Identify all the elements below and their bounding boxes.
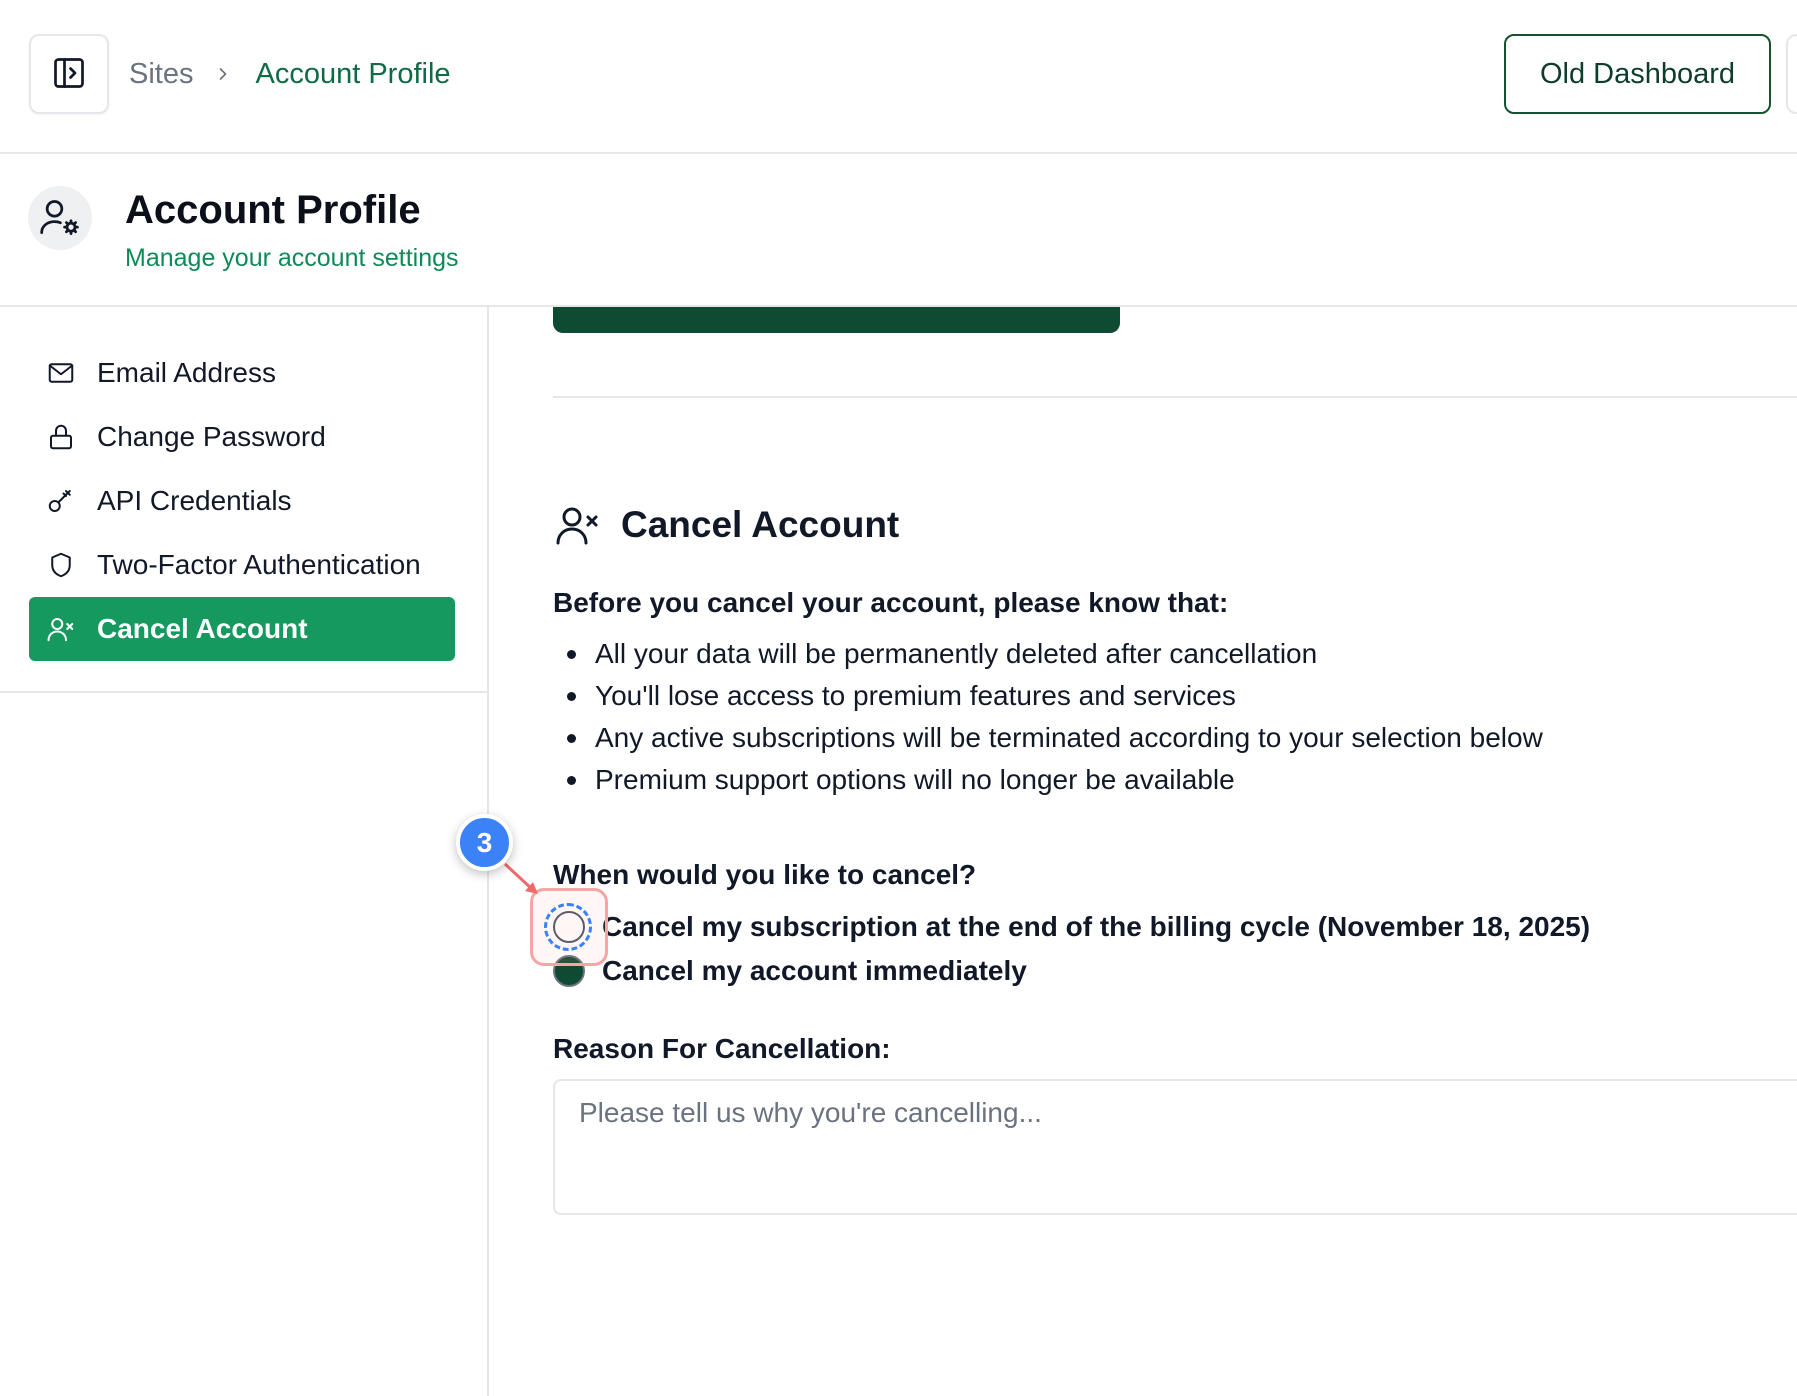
user-x-icon — [44, 612, 78, 646]
sidebar-item-email-address[interactable]: Email Address — [29, 341, 455, 405]
reason-label: Reason For Cancellation: — [553, 1033, 891, 1064]
page-subtitle: Manage your account settings — [125, 244, 459, 272]
radio-option-immediately[interactable]: Cancel my account immediately — [553, 949, 1027, 993]
sidebar-item-label: Change Password — [97, 421, 326, 452]
sidebar-item-label: Two-Factor Authentication — [97, 549, 421, 580]
sidebar-item-label: Cancel Account — [97, 613, 308, 644]
sidebar-item-label: Email Address — [97, 357, 276, 388]
list-item: Any active subscriptions will be termina… — [553, 717, 1543, 759]
panel-toggle-icon — [51, 55, 87, 94]
sidebar-item-cancel-account[interactable]: Cancel Account — [29, 597, 455, 661]
cancel-account-heading: Cancel Account — [553, 497, 899, 553]
cancel-intro-text: Before you cancel your account, please k… — [553, 587, 1229, 618]
breadcrumb-current: Account Profile — [255, 57, 451, 90]
section-divider — [553, 396, 1797, 398]
sidebar-item-two-factor-authentication[interactable]: Two-Factor Authentication — [29, 533, 455, 597]
breadcrumb: Sites Account Profile — [129, 52, 451, 96]
key-icon — [44, 484, 78, 518]
radio-option-end-of-cycle[interactable]: Cancel my subscription at the end of the… — [553, 905, 1590, 949]
radio-label: Cancel my account immediately — [602, 955, 1027, 986]
annotation-focus-ring — [544, 903, 592, 951]
chevron-right-icon — [213, 64, 233, 84]
list-item: You'll lose access to premium features a… — [553, 675, 1543, 717]
sidebar-toggle-button[interactable] — [29, 34, 109, 114]
list-item: All your data will be permanently delete… — [553, 633, 1543, 675]
list-item: Premium support options will no longer b… — [553, 759, 1543, 801]
reason-textarea[interactable] — [553, 1079, 1797, 1215]
user-settings-icon — [28, 186, 92, 250]
save-button-partial[interactable] — [553, 307, 1120, 333]
shield-icon — [44, 548, 78, 582]
sidebar-item-change-password[interactable]: Change Password — [29, 405, 455, 469]
mail-icon — [44, 356, 78, 390]
cancel-account-title: Cancel Account — [621, 504, 900, 545]
topbar-edge-button[interactable] — [1786, 34, 1797, 114]
breadcrumb-sites-link[interactable]: Sites — [129, 58, 193, 91]
page-header: Account Profile Manage your account sett… — [0, 154, 1797, 307]
settings-sidebar: Email Address Change Password API Creden… — [0, 307, 489, 1396]
radio-label: Cancel my subscription at the end of the… — [602, 911, 1591, 942]
annotation-step-badge: 3 — [456, 814, 513, 871]
sidebar-item-api-credentials[interactable]: API Credentials — [29, 469, 455, 533]
cancel-timing-question: When would you like to cancel? — [553, 859, 977, 890]
page-title: Account Profile — [125, 188, 421, 232]
cancel-consequences-list: All your data will be permanently delete… — [553, 633, 1543, 801]
old-dashboard-button[interactable]: Old Dashboard — [1504, 34, 1771, 114]
sidebar-divider — [0, 691, 489, 693]
main-content: Cancel Account Before you cancel your ac… — [489, 307, 1797, 1396]
lock-icon — [44, 420, 78, 454]
sidebar-item-label: API Credentials — [97, 485, 292, 516]
top-bar: Sites Account Profile Old Dashboard — [0, 0, 1797, 154]
user-x-icon — [553, 500, 603, 550]
sidebar-nav: Email Address Change Password API Creden… — [29, 341, 455, 661]
